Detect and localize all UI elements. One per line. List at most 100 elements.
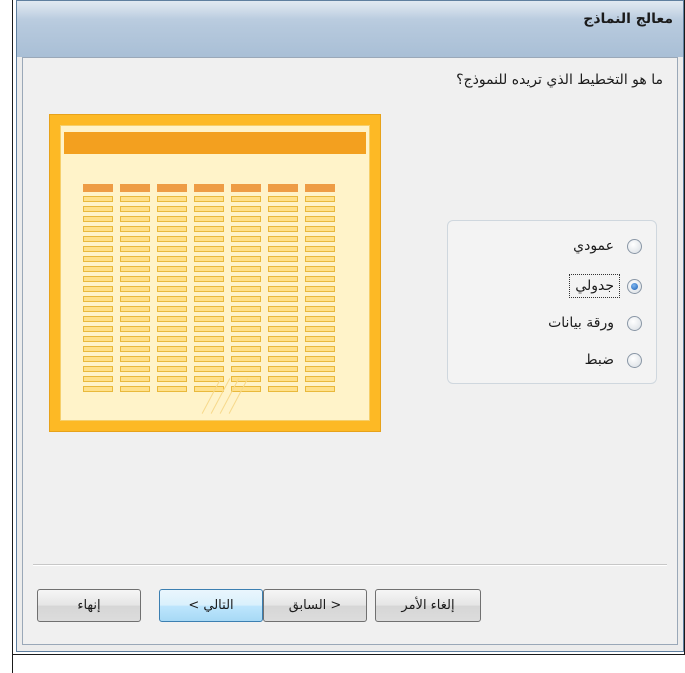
preview-cell [157,356,187,362]
preview-cell [120,366,150,372]
radio-columnar[interactable] [627,238,642,254]
button-separator [33,564,667,565]
preview-column-header [268,184,298,192]
preview-cell [120,386,150,392]
preview-cell [83,236,113,242]
preview-cell [157,266,187,272]
preview-cell [305,366,335,372]
preview-cell [305,256,335,262]
preview-cell [194,206,224,212]
preview-cell [268,296,298,302]
preview-cell [83,196,113,202]
radio-datasheet[interactable] [627,315,642,331]
radio-tabular[interactable] [627,278,642,294]
preview-cell [83,306,113,312]
preview-cell [231,236,261,242]
preview-cell [231,326,261,332]
radio-justified[interactable] [627,352,642,368]
preview-form-header [64,132,366,154]
preview-cell [157,316,187,322]
preview-cell [268,266,298,272]
option-datasheet[interactable]: ورقة بيانات [545,310,642,336]
preview-cell [120,296,150,302]
layout-question: ما هو التخطيط الذي تريده للنموذج؟ [456,72,663,88]
back-button[interactable]: < السابق [263,589,367,622]
preview-cell [120,346,150,352]
preview-decoration-stroke [210,378,231,414]
preview-cell [157,376,187,382]
preview-cell [120,356,150,362]
preview-cell [305,326,335,332]
preview-cell [83,256,113,262]
preview-cell [83,356,113,362]
preview-cell [305,356,335,362]
preview-cell [268,276,298,282]
preview-cell [268,386,298,392]
preview-column-header [120,184,150,192]
cancel-button[interactable]: إلغاء الأمر [375,589,481,622]
preview-cell [231,296,261,302]
preview-cell [305,216,335,222]
preview-cell [194,266,224,272]
option-columnar-label[interactable]: عمودي [570,237,617,255]
preview-cell [120,236,150,242]
preview-cell [231,386,261,392]
title-bar[interactable]: معالج النماذج [17,1,683,57]
preview-cell [305,196,335,202]
preview-cell [120,316,150,322]
preview-cell [194,356,224,362]
frame-bottom-line [12,654,685,655]
preview-cell [157,286,187,292]
preview-cell [157,206,187,212]
preview-cell [305,376,335,382]
preview-cell [120,276,150,282]
preview-cell [268,336,298,342]
wizard-body: ما هو التخطيط الذي تريده للنموذج؟ عمودي … [22,57,678,645]
preview-cell [305,226,335,232]
preview-cell [194,306,224,312]
preview-cell [268,216,298,222]
preview-cell [120,286,150,292]
option-tabular-label[interactable]: جدولي [569,274,620,298]
form-wizard-window: معالج النماذج ما هو التخطيط الذي تريده ل… [16,0,684,652]
preview-cell [194,246,224,252]
preview-cell [194,326,224,332]
option-tabular[interactable]: جدولي [569,273,642,299]
preview-cell [268,306,298,312]
preview-cell [83,296,113,302]
option-justified[interactable]: ضبط [582,347,642,373]
preview-cell [194,196,224,202]
option-datasheet-label[interactable]: ورقة بيانات [545,314,617,332]
preview-cell [305,346,335,352]
preview-cell [83,276,113,282]
preview-decoration-stroke [228,378,249,414]
preview-cell [268,236,298,242]
next-button[interactable]: التالي > [159,589,263,622]
preview-cell [231,226,261,232]
preview-cell [305,266,335,272]
preview-cell [83,206,113,212]
preview-cell [268,326,298,332]
finish-button[interactable]: إنهاء [37,589,141,622]
preview-cell [231,346,261,352]
preview-cell [157,296,187,302]
preview-decoration-stroke [201,378,222,414]
preview-cell [231,316,261,322]
preview-cell [231,266,261,272]
preview-cell [305,316,335,322]
preview-cell [157,256,187,262]
preview-cell [120,266,150,272]
preview-cell [157,246,187,252]
preview-cell [231,246,261,252]
preview-cell [83,386,113,392]
option-columnar[interactable]: عمودي [570,233,642,259]
preview-cell [157,196,187,202]
preview-cell [268,206,298,212]
preview-cell [120,376,150,382]
layout-preview [49,114,381,432]
preview-column-header [231,184,261,192]
preview-cell [231,286,261,292]
preview-cell [157,226,187,232]
preview-cell [120,196,150,202]
option-justified-label[interactable]: ضبط [582,351,617,369]
